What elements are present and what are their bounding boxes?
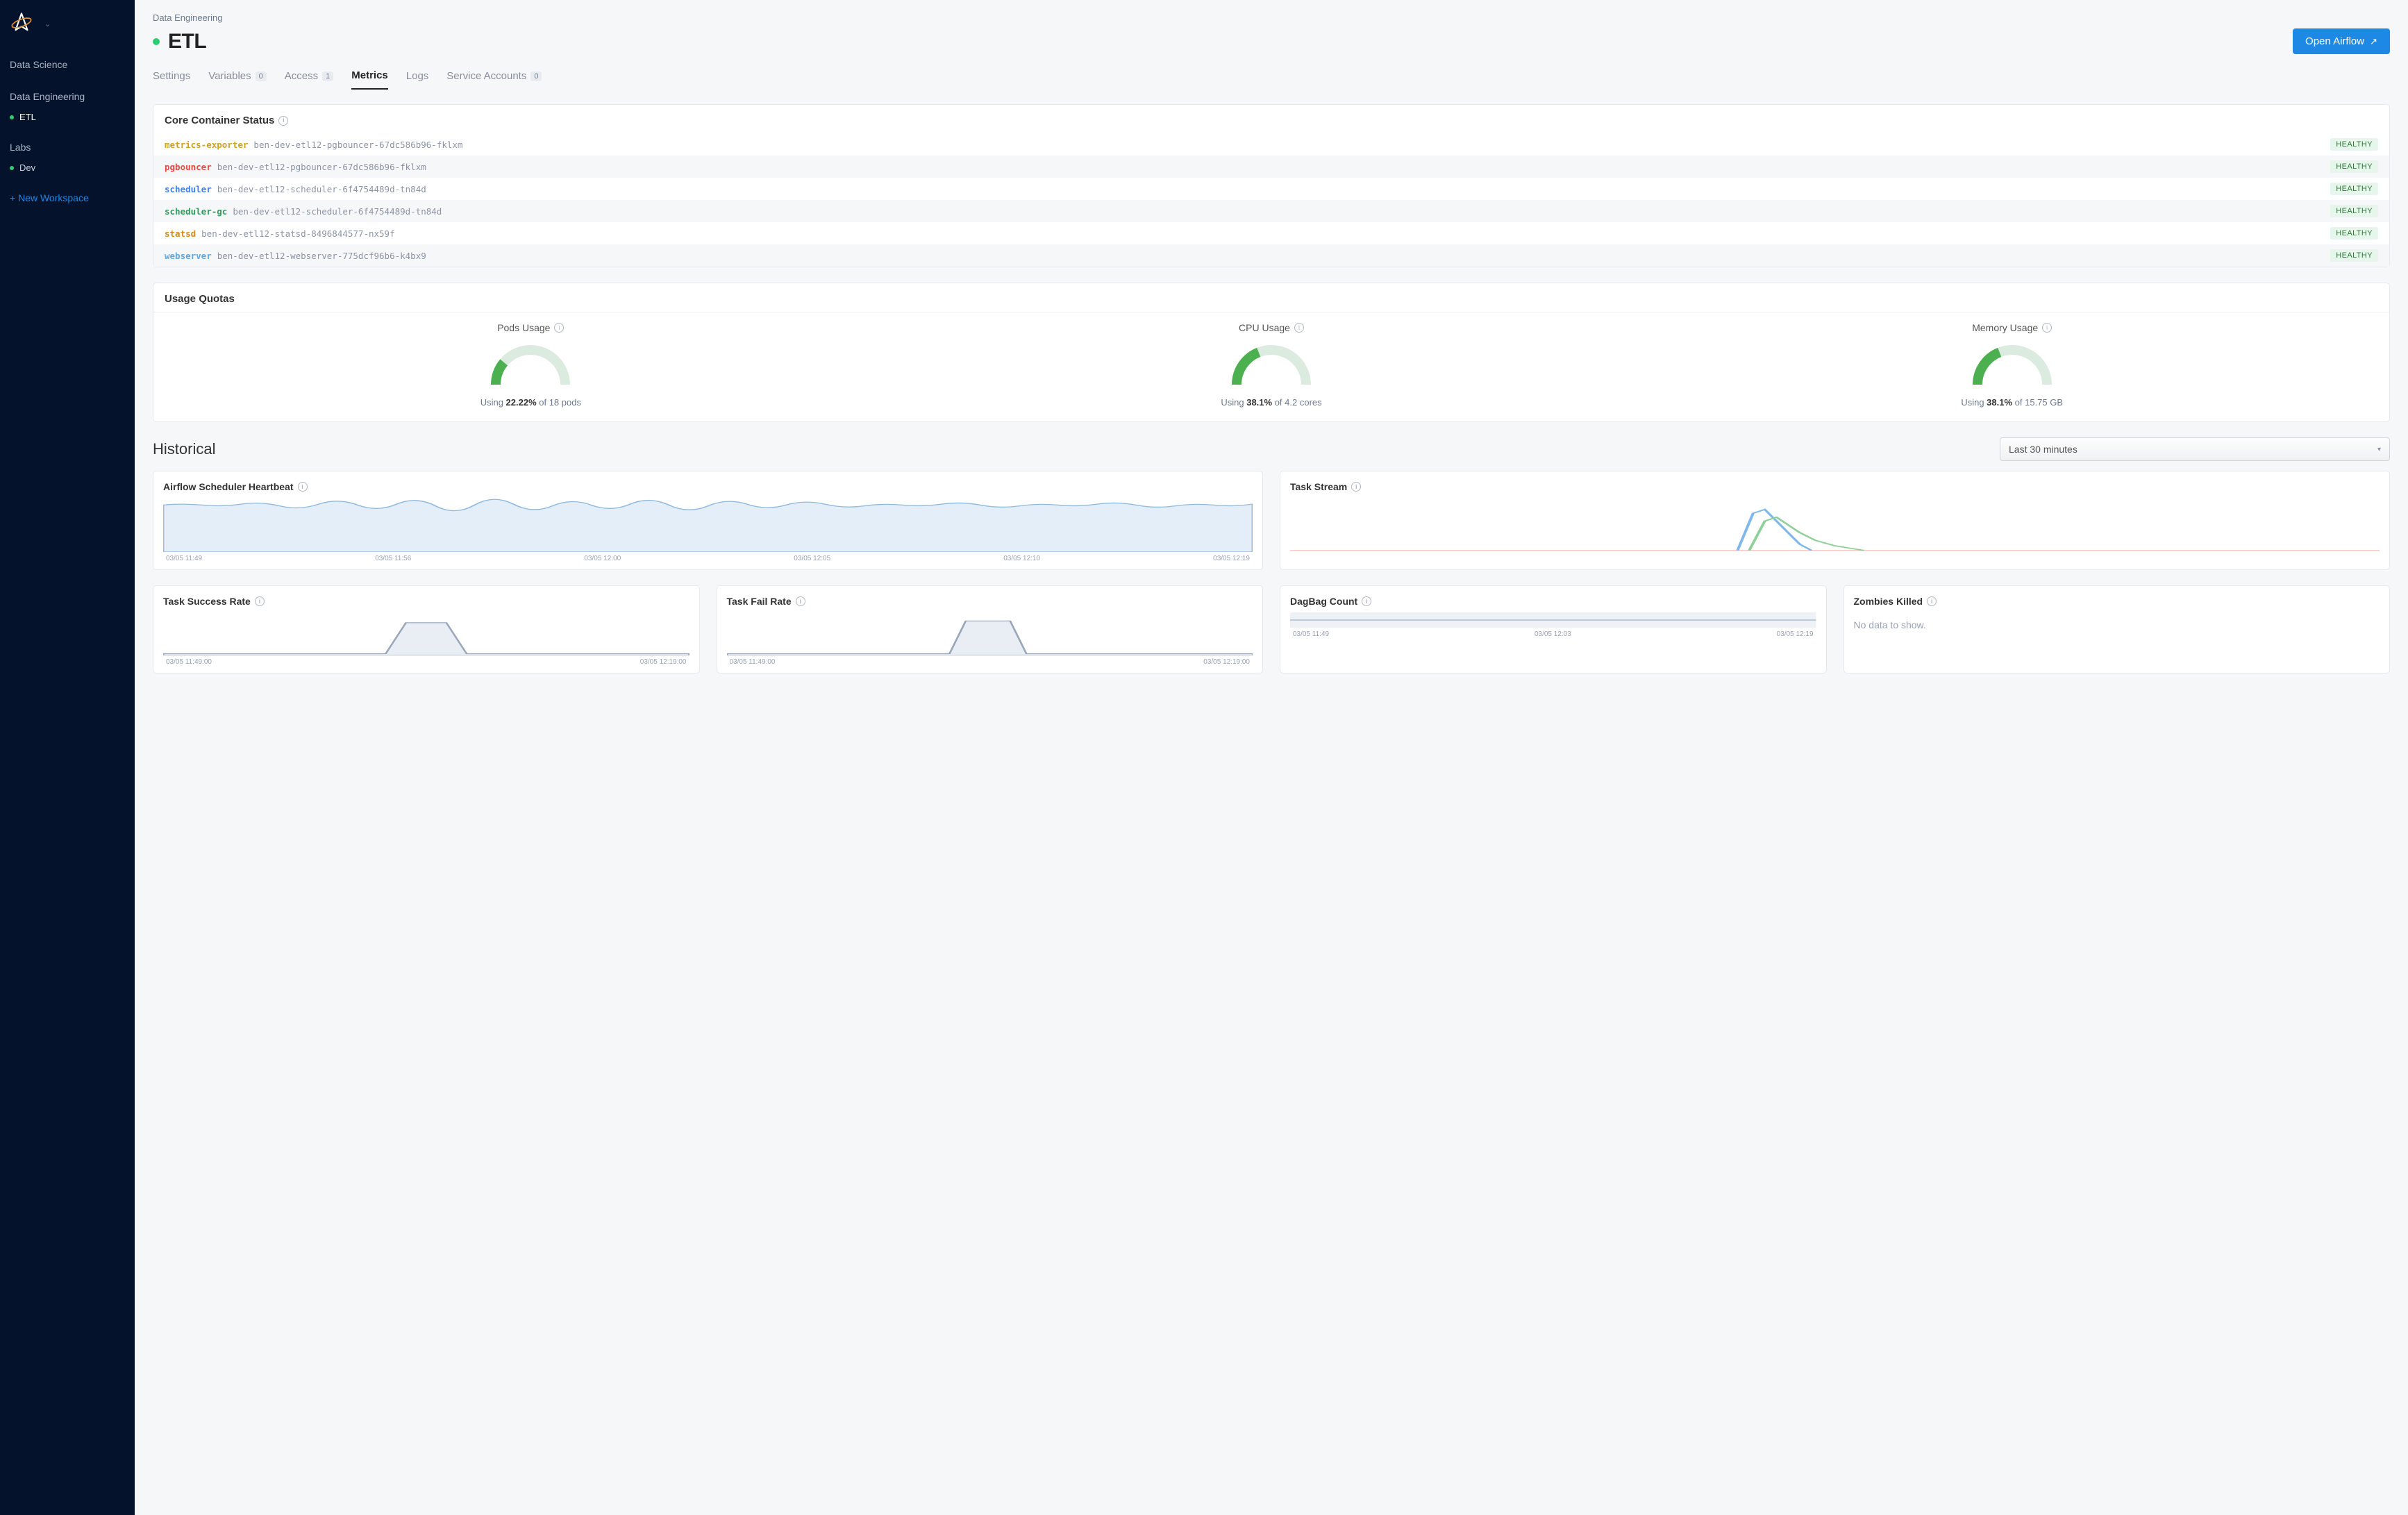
container-row: metrics-exporter ben-dev-etl12-pgbouncer-… (153, 133, 2389, 156)
tab-badge: 0 (530, 72, 542, 81)
info-icon[interactable]: i (255, 596, 265, 606)
dagbag-chart-card: DagBag Counti 03/05 11:4903/05 12:0303/0… (1280, 585, 1827, 673)
info-icon[interactable]: i (2042, 323, 2052, 333)
status-badge: HEALTHY (2330, 183, 2378, 195)
quota-cpu: CPU Usagei Using 38.1% of 4.2 cores (901, 322, 1642, 408)
info-icon[interactable]: i (298, 482, 308, 492)
sidebar-item-label: Dev (19, 162, 35, 173)
sidebar-section-data-science[interactable]: Data Science (0, 53, 135, 76)
container-name: scheduler-gc (165, 206, 227, 217)
open-airflow-button[interactable]: Open Airflow ↗ (2293, 28, 2390, 54)
task-fail-chart (727, 612, 1253, 655)
info-icon[interactable]: i (1351, 482, 1361, 492)
page-title: ETL (168, 30, 206, 53)
tab-badge: 1 (322, 72, 333, 81)
tab-badge: 0 (256, 72, 267, 81)
sidebar-section-data-engineering[interactable]: Data Engineering (0, 85, 135, 108)
container-id: ben-dev-etl12-statsd-8496844577-nx59f (201, 228, 394, 239)
sidebar-item-label: ETL (19, 112, 36, 122)
tabs: Settings Variables0 Access1 Metrics Logs… (153, 67, 2390, 90)
container-row: statsd ben-dev-etl12-statsd-8496844577-nx… (153, 222, 2389, 244)
container-id: ben-dev-etl12-pgbouncer-67dc586b96-fklxm (217, 162, 426, 172)
gauge-pods (160, 343, 901, 392)
task-success-chart (163, 612, 689, 655)
status-badge: HEALTHY (2330, 205, 2378, 217)
container-id: ben-dev-etl12-pgbouncer-67dc586b96-fklxm (253, 140, 462, 150)
tab-metrics[interactable]: Metrics (351, 67, 388, 90)
no-data-text: No data to show. (1854, 612, 2380, 637)
status-badge: HEALTHY (2330, 227, 2378, 240)
gauge-cpu (901, 343, 1642, 392)
tab-logs[interactable]: Logs (406, 67, 429, 90)
info-icon[interactable]: i (1927, 596, 1937, 606)
info-icon[interactable]: i (278, 116, 288, 126)
info-icon[interactable]: i (554, 323, 564, 333)
sidebar: ⌄ Data Science Data Engineering ETL Labs… (0, 0, 135, 1515)
historical-title: Historical (153, 440, 215, 458)
heartbeat-chart-card: Airflow Scheduler Heartbeati 03/05 11:49… (153, 471, 1263, 570)
container-row: scheduler ben-dev-etl12-scheduler-6f47544… (153, 178, 2389, 200)
core-container-status-card: Core Container Status i metrics-exporter… (153, 104, 2390, 267)
dagbag-chart (1290, 612, 1816, 628)
task-fail-chart-card: Task Fail Ratei 03/05 11:49:0003/05 12:1… (717, 585, 1264, 673)
status-badge: HEALTHY (2330, 249, 2378, 262)
tab-access[interactable]: Access1 (285, 67, 333, 90)
card-title: Usage Quotas (165, 293, 235, 305)
container-name: statsd (165, 228, 196, 239)
container-id: ben-dev-etl12-scheduler-6f4754489d-tn84d (233, 206, 442, 217)
status-badge: HEALTHY (2330, 160, 2378, 173)
task-stream-chart-card: Task Streami (1280, 471, 2390, 570)
sidebar-section-labs[interactable]: Labs (0, 136, 135, 158)
container-id: ben-dev-etl12-webserver-775dcf96b6-k4bx9 (217, 251, 426, 261)
gauge-memory (1641, 343, 2382, 392)
org-switcher-caret-icon[interactable]: ⌄ (44, 19, 51, 28)
info-icon[interactable]: i (1294, 323, 1304, 333)
time-range-selected: Last 30 minutes (2009, 444, 2077, 455)
astronomer-logo-icon (10, 11, 33, 37)
info-icon[interactable]: i (1362, 596, 1371, 606)
container-row: webserver ben-dev-etl12-webserver-775dcf9… (153, 244, 2389, 267)
container-name: pgbouncer (165, 162, 212, 172)
container-id: ben-dev-etl12-scheduler-6f4754489d-tn84d (217, 184, 426, 194)
quota-memory: Memory Usagei Using 38.1% of 15.75 GB (1641, 322, 2382, 408)
container-name: scheduler (165, 184, 212, 194)
container-row: scheduler-gc ben-dev-etl12-scheduler-6f47… (153, 200, 2389, 222)
chevron-down-icon: ▾ (2377, 446, 2381, 453)
container-row: pgbouncer ben-dev-etl12-pgbouncer-67dc586… (153, 156, 2389, 178)
task-success-chart-card: Task Success Ratei 03/05 11:49:0003/05 1… (153, 585, 700, 673)
tab-settings[interactable]: Settings (153, 67, 190, 90)
sidebar-item-etl[interactable]: ETL (0, 108, 135, 126)
breadcrumb: Data Engineering (153, 12, 2390, 23)
sidebar-item-dev[interactable]: Dev (0, 158, 135, 177)
quota-pods: Pods Usagei Using 22.22% of 18 pods (160, 322, 901, 408)
container-name: webserver (165, 251, 212, 261)
external-link-icon: ↗ (2370, 36, 2377, 47)
time-range-dropdown[interactable]: Last 30 minutes ▾ (2000, 437, 2390, 461)
main: Data Engineering ETL Open Airflow ↗ Sett… (135, 0, 2408, 1515)
zombies-chart-card: Zombies Killedi No data to show. (1843, 585, 2391, 673)
status-dot-icon (153, 38, 160, 45)
heartbeat-chart (163, 498, 1253, 552)
container-name: metrics-exporter (165, 140, 248, 150)
new-workspace-link[interactable]: + New Workspace (0, 180, 135, 216)
open-airflow-label: Open Airflow (2305, 35, 2364, 47)
usage-quotas-card: Usage Quotas Pods Usagei Using 22.22% of… (153, 283, 2390, 422)
info-icon[interactable]: i (796, 596, 805, 606)
tab-service-accounts[interactable]: Service Accounts0 (446, 67, 542, 90)
card-title: Core Container Status (165, 115, 274, 126)
sidebar-top: ⌄ (0, 7, 135, 47)
tab-variables[interactable]: Variables0 (208, 67, 267, 90)
status-badge: HEALTHY (2330, 138, 2378, 151)
task-stream-chart (1290, 498, 2380, 552)
